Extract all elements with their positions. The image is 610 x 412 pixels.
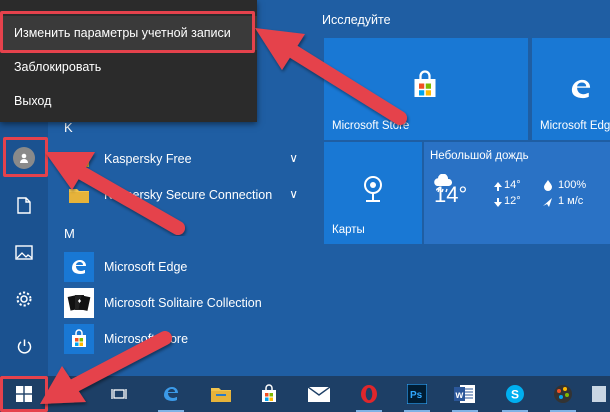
tile-maps[interactable]: Карты xyxy=(324,142,422,244)
temp-high-icon xyxy=(494,182,502,191)
weather-high: 14° xyxy=(504,179,521,191)
search-icon xyxy=(62,387,76,401)
weather-wind: 1 м/с xyxy=(558,195,584,207)
sign-out-item[interactable]: Выход xyxy=(0,84,257,118)
paint-icon xyxy=(554,385,572,403)
list-item-label: Microsoft Solitaire Collection xyxy=(104,296,262,310)
tile-label: Карты xyxy=(332,224,365,236)
taskbar: Ps w S xyxy=(0,376,610,412)
temp-low-icon xyxy=(494,198,502,207)
list-item-microsoft-edge[interactable]: Microsoft Edge xyxy=(56,250,306,284)
store-icon xyxy=(414,70,436,97)
weather-humidity: 100% xyxy=(558,179,587,191)
humidity-icon xyxy=(544,180,552,191)
chevron-down-icon[interactable]: ∨ xyxy=(289,151,298,165)
weather-temp: 14° xyxy=(434,182,468,207)
svg-text:S: S xyxy=(511,388,519,402)
power-button[interactable] xyxy=(4,326,44,366)
app-icon xyxy=(592,386,606,402)
store-icon xyxy=(72,329,86,347)
map-pin-icon xyxy=(364,176,382,202)
taskbar-skype[interactable]: S xyxy=(496,376,534,412)
cards-icon xyxy=(67,295,91,311)
power-icon xyxy=(17,339,31,354)
tile-microsoft-edge[interactable]: Microsoft Edg xyxy=(532,38,610,140)
tile-microsoft-store[interactable]: Microsoft Store xyxy=(324,38,528,140)
chevron-down-icon[interactable]: ∨ xyxy=(290,40,299,54)
taskbar-store[interactable] xyxy=(250,376,288,412)
documents-button[interactable] xyxy=(4,185,44,225)
opera-icon xyxy=(361,385,377,403)
highlight-box xyxy=(0,11,255,53)
taskbar-photoshop[interactable]: Ps xyxy=(398,376,436,412)
highlight-box xyxy=(0,376,48,412)
list-item-label: Microsoft Store xyxy=(104,332,189,346)
gear-icon xyxy=(16,291,32,307)
folder-icon xyxy=(211,388,231,402)
list-item-microsoft-solitaire[interactable]: Microsoft Solitaire Collection xyxy=(56,286,306,320)
list-item-kaspersky-secure-connection[interactable]: Kaspersky Secure Connection ∨ xyxy=(56,178,306,212)
pictures-icon xyxy=(15,244,33,260)
tile-group-header[interactable]: Исследуйте xyxy=(322,13,391,27)
taskbar-file-explorer[interactable] xyxy=(202,376,240,412)
taskbar-edge[interactable] xyxy=(152,376,190,412)
mail-icon xyxy=(308,386,330,402)
highlight-box xyxy=(3,137,48,177)
list-item-microsoft-store[interactable]: Microsoft Store xyxy=(56,322,306,356)
group-letter-k[interactable]: K xyxy=(64,120,73,135)
svg-text:Ps: Ps xyxy=(410,390,423,401)
list-item-label: Kaspersky Free xyxy=(104,152,192,166)
svg-text:w: w xyxy=(455,390,464,401)
folder-icon xyxy=(69,189,89,203)
word-icon: w xyxy=(454,385,475,403)
lock-item[interactable]: Заблокировать xyxy=(0,50,257,84)
task-view-button[interactable] xyxy=(100,376,138,412)
list-item-kaspersky-free[interactable]: Kaspersky Free ∨ xyxy=(56,142,306,176)
list-item-label: Microsoft Edge xyxy=(104,260,188,274)
taskbar-mail[interactable] xyxy=(300,376,338,412)
tile-weather[interactable]: Небольшой дождь 14° 14° 12° 100% 1 м/с xyxy=(424,142,610,244)
start-menu: K Kaspersky Free ∨ Kaspersky Secure Conn… xyxy=(0,0,610,376)
chevron-down-icon[interactable]: ∨ xyxy=(289,187,298,201)
store-icon xyxy=(262,384,276,402)
taskbar-opera[interactable] xyxy=(350,376,388,412)
edge-icon xyxy=(72,260,86,274)
taskbar-overflow[interactable] xyxy=(586,376,610,412)
photoshop-icon: Ps xyxy=(407,384,427,404)
skype-icon: S xyxy=(506,385,524,403)
pictures-button[interactable] xyxy=(4,232,44,272)
document-icon xyxy=(17,196,31,214)
tile-label: Microsoft Edg xyxy=(540,120,610,132)
folder-icon xyxy=(69,153,89,167)
tile-label: Microsoft Store xyxy=(332,120,410,132)
search-button[interactable] xyxy=(50,376,88,412)
taskbar-word[interactable]: w xyxy=(446,376,484,412)
weather-condition: Небольшой дождь xyxy=(430,150,529,162)
taskbar-paint[interactable] xyxy=(544,376,582,412)
list-item-label: Kaspersky Secure Connection xyxy=(104,188,273,202)
weather-low: 12° xyxy=(504,195,521,207)
edge-icon xyxy=(164,387,178,401)
edge-icon xyxy=(571,79,591,99)
wind-icon xyxy=(543,198,552,207)
settings-button[interactable] xyxy=(4,279,44,319)
task-view-icon xyxy=(111,389,127,399)
group-letter-m[interactable]: M xyxy=(64,226,75,241)
